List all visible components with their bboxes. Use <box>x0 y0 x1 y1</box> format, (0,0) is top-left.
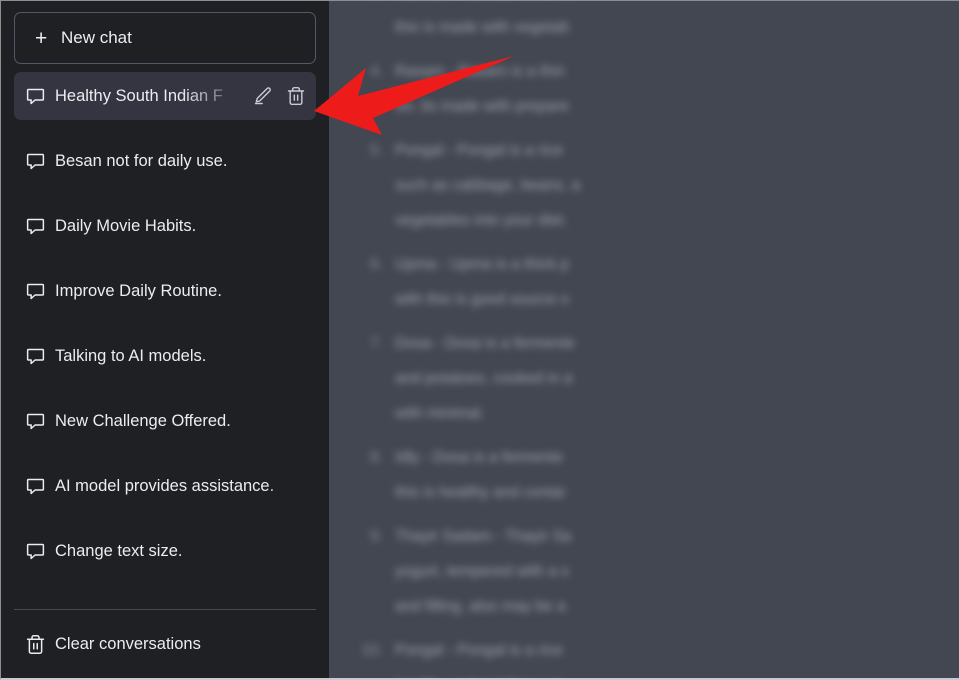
delete-conversation-icon[interactable] <box>285 86 306 107</box>
conversation-title: New Challenge Offered. <box>55 411 231 430</box>
chat-bubble-icon <box>25 281 55 302</box>
blurred-text-line: Pongal - Pongal is a rice <box>395 142 564 159</box>
sidebar-header: + New chat <box>1 1 329 64</box>
conversation-item[interactable]: Daily Movie Habits. <box>14 202 316 250</box>
blurred-text-line: Thayir Sadam - Thayir Sa <box>395 528 572 545</box>
chat-bubble-icon <box>25 346 55 367</box>
blurred-list-number: 8. <box>370 449 383 466</box>
blurred-list-text: Rasam - Rasam is a thin tor, its made wit… <box>395 54 959 124</box>
blurred-list-number: 4. <box>370 63 383 80</box>
conversation-title: Improve Daily Routine. <box>55 281 222 300</box>
blurred-list-text: Thayir Sadam - Thayir Sa yogurt, tempered… <box>395 519 959 624</box>
conversation-item[interactable]: Change text size. <box>14 527 316 575</box>
blurred-text-line: this is healthy and contai <box>395 484 565 501</box>
blurred-list-number: 5. <box>370 142 383 159</box>
conversation-list: Healthy South Indian F Besan not for dail… <box>1 64 329 609</box>
blurred-list-item: 10. Pongal - Pongal is a rice healthy and … <box>349 633 959 678</box>
blurred-recipe-list: 3.Sambar - Sambar is a lent this is made … <box>349 1 959 678</box>
conversation-item-selected[interactable]: Healthy South Indian F <box>14 72 316 120</box>
blurred-text-line: healthy and nutritious an <box>395 668 959 678</box>
conversation-item[interactable]: Besan not for daily use. <box>14 137 316 185</box>
sidebar: + New chat Healthy South Indian F Besan n… <box>1 1 329 678</box>
chat-bubble-icon <box>25 151 55 172</box>
chat-bubble-icon <box>25 86 55 107</box>
blurred-list-number: 9. <box>370 528 383 545</box>
conversation-item[interactable]: Talking to AI models. <box>14 332 316 380</box>
chat-bubble-icon <box>25 541 55 562</box>
chat-content-pane: 3.Sambar - Sambar is a lent this is made … <box>329 1 959 678</box>
blurred-list-text: Pongal - Pongal is a rice such as cabbage… <box>395 133 959 238</box>
plus-icon: + <box>35 26 48 50</box>
conversation-actions <box>246 86 306 107</box>
blurred-list-text: Pongal - Pongal is a rice healthy and nut… <box>395 633 959 678</box>
chat-bubble-icon <box>25 216 55 237</box>
blurred-list-text: Upma - Upma is a thick p with this is goo… <box>395 247 959 317</box>
blurred-text-line: tor, its made with prepare <box>395 98 570 115</box>
trash-icon <box>25 634 55 655</box>
blurred-text-line: Dosa - Dosa is a fermente <box>395 335 576 352</box>
blurred-text-line: with minimal. <box>395 405 485 422</box>
blurred-text-line: vegetables into your diet. <box>395 212 568 229</box>
blurred-list-text: Idly - Dosa is a fermente this is healthy… <box>395 440 959 510</box>
blurred-list-item: 6. Upma - Upma is a thick p with this is g… <box>349 247 959 317</box>
blurred-list-item: 9. Thayir Sadam - Thayir Sa yogurt, temper… <box>349 519 959 624</box>
chat-bubble-icon <box>25 476 55 497</box>
blurred-text-line: Pongal - Pongal is a rice <box>395 642 564 659</box>
conversation-item[interactable]: Improve Daily Routine. <box>14 267 316 315</box>
blurred-list-number: 7. <box>370 335 383 352</box>
blurred-text-line: Rasam - Rasam is a thin <box>395 63 565 80</box>
blurred-list-item: 7. Dosa - Dosa is a fermente and potatoes,… <box>349 326 959 431</box>
blurred-list-number: 3. <box>349 1 395 10</box>
conversation-title: Change text size. <box>55 541 183 560</box>
blurred-list-text: Dosa - Dosa is a fermente and potatoes, c… <box>395 326 959 431</box>
blurred-text-line: Sambar - Sambar is a lent <box>395 1 959 10</box>
blurred-text-line: this is made with vegetab <box>395 19 570 36</box>
blurred-list-item: 8. Idly - Dosa is a fermente this is healt… <box>349 440 959 510</box>
blurred-list-item: 4. Rasam - Rasam is a thin tor, its made w… <box>349 54 959 124</box>
conversation-title: Besan not for daily use. <box>55 151 228 170</box>
conversation-title: Daily Movie Habits. <box>55 216 197 235</box>
sidebar-footer: Clear conversations <box>1 610 329 678</box>
conversation-title: AI model provides assistance. <box>55 476 275 495</box>
conversation-title: Healthy South Indian F <box>55 86 223 105</box>
new-chat-button[interactable]: + New chat <box>14 12 316 64</box>
blurred-text-line: and filling, also may be a <box>395 598 566 615</box>
conversation-item[interactable]: New Challenge Offered. <box>14 397 316 445</box>
new-chat-label: New chat <box>61 28 132 47</box>
conversation-title: Talking to AI models. <box>55 346 207 365</box>
clear-conversations-button[interactable]: Clear conversations <box>14 620 316 668</box>
blurred-text-line: Idly - Dosa is a fermente <box>395 449 563 466</box>
conversation-item[interactable]: AI model provides assistance. <box>14 462 316 510</box>
blurred-list-item: 5. Pongal - Pongal is a rice such as cabba… <box>349 133 959 238</box>
blurred-list-number: 6. <box>370 256 383 273</box>
chat-bubble-icon <box>25 411 55 432</box>
blurred-text-line: with this is good source o <box>395 291 570 308</box>
blurred-text-line: yogurt, tempered with a s <box>395 563 570 580</box>
blurred-list-text: Sambar - Sambar is a lent this is made wi… <box>395 1 959 45</box>
blurred-text-line: such as cabbage, beans, a <box>395 177 581 194</box>
clear-conversations-label: Clear conversations <box>55 634 201 653</box>
blurred-list-number: 10. <box>361 642 383 659</box>
blurred-text-line: and potatoes, cooked in a <box>395 370 573 387</box>
blurred-text-line: Upma - Upma is a thick p <box>395 256 569 273</box>
blurred-list-item: 3.Sambar - Sambar is a lent this is made … <box>349 1 959 45</box>
edit-conversation-icon[interactable] <box>252 86 273 107</box>
app-window: 3.Sambar - Sambar is a lent this is made … <box>0 0 959 680</box>
